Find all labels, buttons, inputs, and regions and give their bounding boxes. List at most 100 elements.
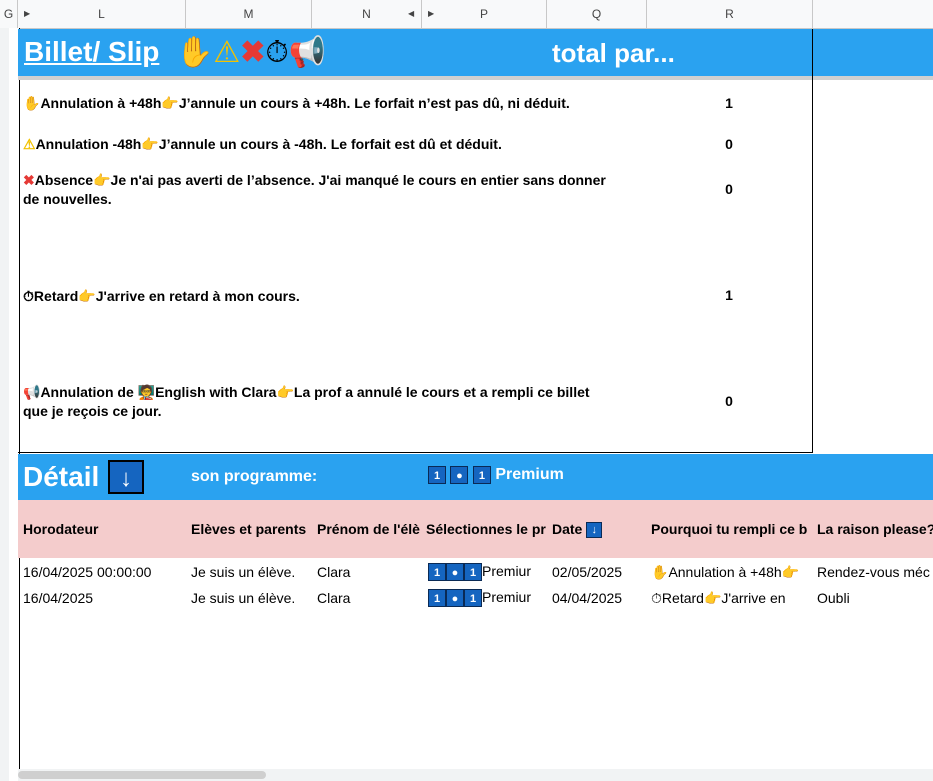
cell-pourquoi[interactable]: ⏱Retard👉J'arrive en (651, 590, 815, 607)
keycap-one-icon: 1 (428, 466, 446, 484)
frozen-column-g (9, 28, 20, 781)
pointing-hand-icon: 👉 (93, 172, 111, 188)
megaphone-icon: 📢 (288, 36, 327, 70)
keycap-one-icon: 1 (464, 563, 482, 582)
program-value: 1 ● 1 Premium (428, 466, 564, 484)
column-header-n[interactable]: N (312, 0, 422, 28)
megaphone-icon: 📢 (23, 384, 41, 400)
program-name: Premium (495, 466, 564, 483)
slip-text: J'arrive en retard à mon cours. (95, 288, 300, 304)
slip-count: 1 (725, 287, 733, 303)
cell-horodateur[interactable]: 16/04/2025 00:00:00 (23, 564, 188, 580)
slip-row-annulation-plus: ✋Annulation à +48h👉J’annule un cours à +… (23, 94, 570, 113)
button-circle-icon: ● (446, 563, 464, 582)
cell-eleves[interactable]: Je suis un élève. (191, 590, 313, 606)
total-label: total par... (552, 38, 675, 68)
detail-title: Détail (23, 461, 100, 492)
cell-eleves[interactable]: Je suis un élève. (191, 564, 313, 580)
header-programme[interactable]: Sélectionnes le pr (426, 521, 550, 537)
slip-row-annulation-minus: ⚠Annulation -48h👉J’annule un cours à -48… (23, 135, 502, 154)
slip-count: 0 (725, 136, 733, 152)
cell-raison[interactable]: Rendez-vous méc (817, 564, 933, 580)
slip-label: Absence (34, 172, 94, 188)
slip-label: Annulation de (40, 384, 138, 400)
slip-row-annulation-prof: 📢Annulation de 🧑‍🏫English with Clara👉La … (23, 383, 590, 421)
collapse-left-icon[interactable]: ◀ (408, 0, 414, 28)
column-header-bar: G ▶ L M N ◀ ▶ P Q R (0, 0, 933, 29)
scrollbar-thumb[interactable] (18, 771, 266, 779)
header-prenom[interactable]: Prénom de l'élè (317, 521, 425, 537)
stopwatch-icon: ⏱ (265, 36, 289, 70)
cross-mark-icon: ✖ (23, 172, 35, 188)
keycap-one-icon: 1 (464, 589, 482, 608)
slip-label: Retard (33, 288, 79, 304)
raised-hand-icon: ✋ (176, 36, 214, 70)
slip-row-retard: ⏱Retard👉J'arrive en retard à mon cours. (23, 287, 300, 306)
slip-count: 0 (725, 181, 733, 197)
cell-date[interactable]: 02/05/2025 (552, 564, 648, 580)
column-header-m[interactable]: M (186, 0, 312, 28)
column-header-r[interactable]: R (647, 0, 813, 28)
slip-row-absence: ✖Absence👉Je n'ai pas averti de l’absence… (23, 171, 606, 209)
header-date[interactable]: Date ↓ (552, 521, 648, 539)
pourquoi-text: Retard (661, 590, 704, 606)
programme-text: Premiur (482, 563, 532, 579)
slip-label-brand: English with Clara (155, 384, 277, 400)
column-header-g[interactable]: G (0, 0, 18, 28)
keycap-one-icon: 1 (472, 466, 491, 484)
keycap-one-icon: 1 (428, 563, 446, 582)
raised-hand-icon: ✋ (651, 564, 669, 580)
header-raison[interactable]: La raison please? (817, 521, 933, 537)
slip-count: 0 (725, 393, 733, 409)
slip-text-continued: de nouvelles. (23, 191, 112, 207)
slip-table-bottom-border (18, 452, 813, 453)
pointing-hand-icon: 👉 (781, 564, 800, 580)
banner-title[interactable]: Billet/ Slip (24, 36, 159, 68)
pointing-hand-icon: 👉 (141, 136, 159, 152)
pourquoi-text: Annulation à +48h (668, 564, 782, 580)
warning-icon: ⚠ (23, 136, 36, 152)
cell-pourquoi[interactable]: ✋Annulation à +48h👉 (651, 564, 815, 581)
header-eleves-parents[interactable]: Elèves et parents (191, 521, 313, 537)
slip-count: 1 (725, 95, 733, 111)
program-label: son programme: (191, 468, 318, 485)
pointing-hand-icon: 👉 (703, 590, 722, 606)
slip-text-continued: que je reçois ce jour. (23, 403, 162, 419)
column-header-l[interactable]: L (18, 0, 186, 28)
banner-divider (18, 76, 933, 80)
slip-text: J’annule un cours à -48h. Le forfait est… (158, 136, 502, 152)
cell-horodateur[interactable]: 16/04/2025 (23, 590, 188, 606)
cell-prenom[interactable]: Clara (317, 590, 423, 606)
pointing-hand-icon: 👉 (161, 95, 179, 111)
cell-raison[interactable]: Oubli (817, 590, 933, 606)
programme-text: Premiur (482, 589, 532, 605)
header-pourquoi[interactable]: Pourquoi tu rempli ce b (651, 521, 813, 537)
cell-date[interactable]: 04/04/2025 (552, 590, 648, 606)
down-arrow-icon: ↓ (586, 522, 603, 539)
cell-prenom[interactable]: Clara (317, 564, 423, 580)
pourquoi-extra: J'arrive en (721, 590, 786, 606)
slip-text: Je n'ai pas averti de l’absence. J'ai ma… (110, 172, 606, 188)
pointing-hand-icon: 👉 (276, 384, 294, 400)
stopwatch-icon: ⏱ (23, 288, 34, 304)
button-circle-icon: ● (450, 466, 469, 484)
header-horodateur[interactable]: Horodateur (23, 521, 183, 537)
stopwatch-icon: ⏱ (651, 590, 662, 606)
cross-mark-icon: ✖ (240, 36, 266, 70)
teacher-icon: 🧑‍🏫 (137, 384, 156, 400)
table-right-border (812, 29, 813, 453)
column-header-q[interactable]: Q (547, 0, 647, 28)
raised-hand-icon: ✋ (23, 95, 41, 111)
slip-label: Annulation -48h (35, 136, 142, 152)
banner-icons: ✋⚠✖⏱📢 (176, 34, 326, 71)
cell-programme[interactable]: 1 ● 1 Premiur (428, 563, 550, 582)
cell-programme[interactable]: 1 ● 1 Premiur (428, 589, 550, 608)
column-header-p[interactable]: P (422, 0, 547, 28)
pointing-hand-icon: 👉 (78, 288, 96, 304)
keycap-one-icon: 1 (428, 589, 446, 608)
slip-label: Annulation à +48h (40, 95, 162, 111)
button-circle-icon: ● (446, 589, 464, 608)
slip-text: La prof a annulé le cours et a rempli ce… (293, 384, 590, 400)
slip-text: J’annule un cours à +48h. Le forfait n’e… (178, 95, 570, 111)
warning-icon: ⚠ (213, 36, 241, 70)
